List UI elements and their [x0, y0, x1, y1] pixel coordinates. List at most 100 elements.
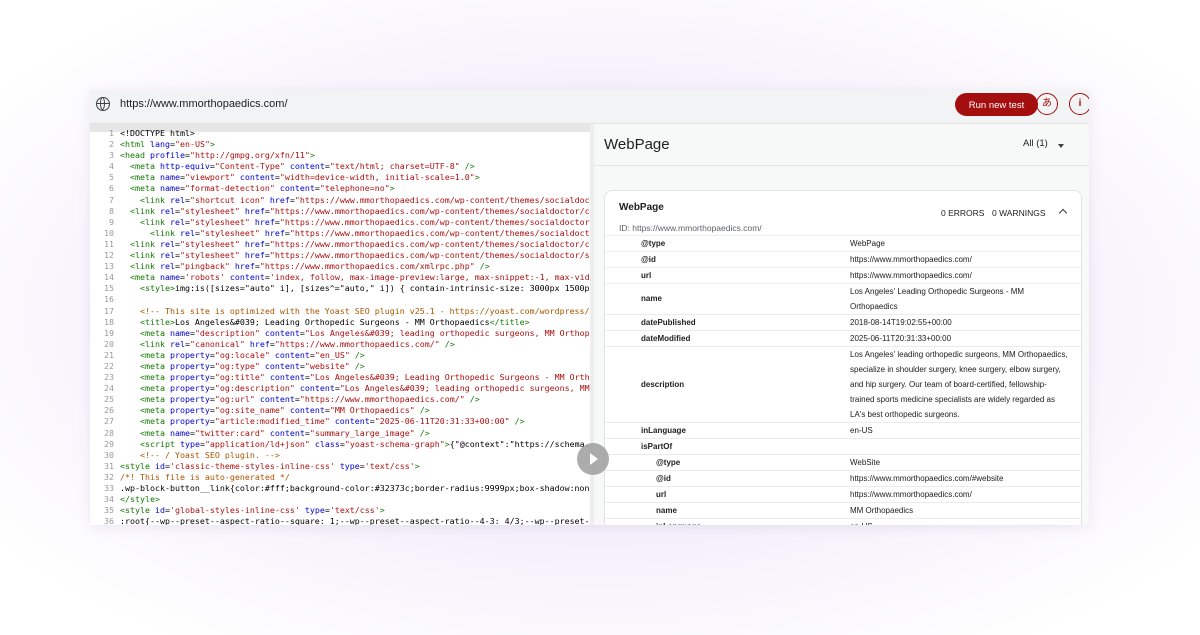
line-number: 28: [104, 427, 114, 438]
code-token: >: [209, 139, 215, 150]
chevron-up-icon[interactable]: [1058, 208, 1068, 218]
code-token: name: [159, 183, 180, 194]
code-token: content: [269, 427, 305, 438]
code-line: 5 <meta name="viewport" content="width=d…: [90, 172, 590, 183]
code-line: 25 <meta property="og:url" content="http…: [90, 394, 590, 405]
code-token: "shortcut icon": [189, 194, 270, 205]
code-token: "og:url": [214, 394, 260, 405]
code-token: href: [244, 250, 265, 261]
code-token: id: [154, 505, 165, 516]
code-token: <html: [120, 139, 150, 150]
code-line: 4 <meta http-equiv="Content-Type" conten…: [90, 161, 590, 172]
line-number: 32: [104, 471, 114, 482]
code-line: 28 <meta name="twitter:card" content="su…: [90, 428, 590, 439]
code-token: "yoast-schema-graph": [344, 438, 445, 449]
code-token: "article:modified_time": [214, 416, 335, 427]
code-token: "twitter:card": [194, 427, 270, 438]
code-token: "Los Angeles&#039; leading orthopedic su…: [339, 383, 590, 394]
code-token: "https://www.mmorthopaedics.com/": [274, 338, 445, 349]
line-number: 7: [109, 194, 114, 205]
code-token: <link: [120, 205, 160, 216]
property-value: https://www.mmorthopaedics.com/: [850, 490, 972, 499]
code-token: 'text/css': [364, 460, 415, 471]
code-token: href: [249, 338, 270, 349]
line-number: 34: [104, 494, 114, 505]
code-token: rel: [169, 338, 185, 349]
property-row: name Los Angeles' Leading Orthopedic Surg…: [605, 283, 1081, 314]
chevron-down-icon[interactable]: [1058, 144, 1064, 148]
code-token: property: [169, 416, 210, 427]
structured-data-panel: WebPage All (1) WebPage ID: https://www.…: [594, 124, 1089, 525]
code-token: content: [334, 416, 370, 427]
code-token: "en_US": [314, 349, 355, 360]
filter-dropdown[interactable]: All (1): [1023, 138, 1048, 149]
code-token: <meta: [120, 183, 160, 194]
code-token: "MM Orthopaedics": [329, 405, 420, 416]
code-token: rel: [159, 250, 175, 261]
property-row: inLanguage en-US: [605, 518, 1081, 525]
property-value: WebSite: [850, 458, 881, 467]
info-icon[interactable]: i: [1069, 93, 1089, 115]
code-token: "stylesheet": [179, 250, 245, 261]
line-number: 13: [104, 261, 114, 272]
property-value: WebPage: [850, 239, 885, 248]
code-line: 36:root{--wp--preset--aspect-ratio--squa…: [90, 516, 590, 525]
code-token: <link: [120, 238, 160, 249]
code-line: 1 <!DOCTYPE html>: [90, 128, 590, 139]
code-token: />: [469, 394, 480, 405]
code-token: name: [169, 427, 190, 438]
code-token: </style>: [120, 494, 160, 505]
code-line: 33 .wp-block-button__link{color:#fff;back…: [90, 483, 590, 494]
property-row: url https://www.mmorthopaedics.com/: [605, 267, 1081, 283]
code-token: content: [229, 272, 265, 283]
property-row: @type WebPage: [605, 235, 1081, 251]
line-number: 31: [104, 460, 114, 471]
line-number: 23: [104, 372, 114, 383]
code-token: />: [514, 416, 525, 427]
code-line: 27 <meta property="article:modified_time…: [90, 416, 590, 427]
code-token: "application/ld+json": [204, 438, 315, 449]
code-token: property: [169, 405, 210, 416]
code-token: content: [289, 161, 325, 172]
code-token: "stylesheet": [189, 216, 255, 227]
code-token: content: [239, 172, 275, 183]
code-token: "text/html; charset=UTF-8": [329, 161, 465, 172]
code-line: 21 <meta property="og:locale" content="e…: [90, 350, 590, 361]
code-token: href: [244, 205, 265, 216]
code-token: "format-detection": [184, 183, 280, 194]
code-token: "https://www.mmorthopaedics.com/": [299, 394, 470, 405]
code-token: property: [169, 360, 210, 371]
property-value: 2018-08-14T19:02:55+00:00: [850, 318, 952, 327]
code-token: "description": [194, 327, 265, 338]
code-token: content: [259, 394, 295, 405]
property-key: datePublished: [641, 317, 696, 327]
language-icon[interactable]: あ: [1036, 93, 1058, 115]
line-number: 30: [104, 449, 114, 460]
code-token: 'global-styles-inline-css': [169, 505, 305, 516]
line-number: 17: [104, 305, 114, 316]
code-token: content: [289, 405, 325, 416]
line-number: 2: [109, 139, 114, 150]
code-token: >: [474, 172, 480, 183]
play-icon[interactable]: [577, 443, 609, 475]
property-row: url https://www.mmorthopaedics.com/: [605, 486, 1081, 502]
code-line: 19 <meta name="description" content="Los…: [90, 328, 590, 339]
property-value: Los Angeles' Leading Orthopedic Surgeons…: [850, 287, 1025, 311]
line-number: 5: [109, 172, 114, 183]
property-key: url: [641, 270, 652, 280]
code-token: <meta: [120, 161, 160, 172]
source-code-panel[interactable]: 1 <!DOCTYPE html> 2 <html lang="en-US"> 3 <he…: [90, 124, 590, 525]
card-id: ID: https://www.mmorthopaedics.com/: [619, 223, 762, 233]
run-new-test-button[interactable]: Run new test: [955, 93, 1038, 116]
code-line: 11 <link rel="stylesheet" href="https://…: [90, 239, 590, 250]
code-token: "https://www.mmorthopaedics.com/wp-conte…: [289, 227, 590, 238]
code-token: <link: [120, 261, 160, 272]
line-number: 4: [109, 161, 114, 172]
code-token: "og:locale": [214, 349, 275, 360]
code-token: </title>: [489, 316, 530, 327]
code-token: type: [304, 505, 325, 516]
code-token: :root{--wp--preset--aspect-ratio--square…: [120, 516, 590, 525]
code-token: <!DOCTYPE html>: [120, 128, 195, 138]
code-token: >: [379, 505, 385, 516]
code-token: rel: [179, 227, 195, 238]
